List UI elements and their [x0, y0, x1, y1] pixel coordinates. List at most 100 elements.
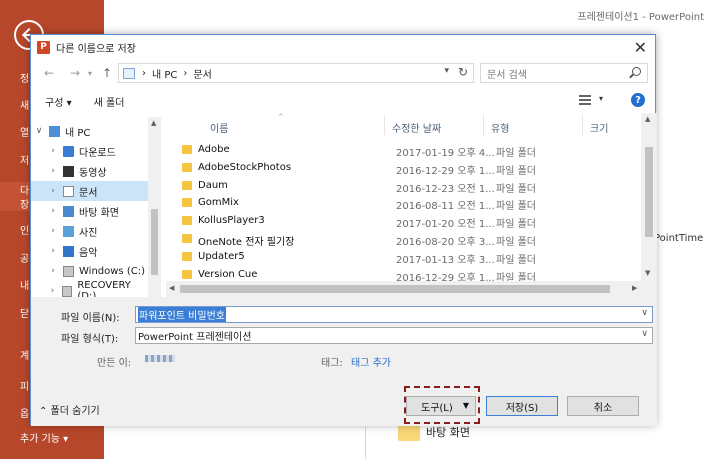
- more-tools-menu[interactable]: 추가 기능 ▾: [20, 430, 68, 445]
- author-value[interactable]: [145, 355, 175, 362]
- dialog-titlebar: P 다른 이름으로 저장 ✕: [31, 35, 655, 59]
- file-name: KollusPlayer3: [198, 215, 265, 227]
- hide-folders-button[interactable]: ⌃ 폴더 숨기기: [39, 402, 100, 417]
- chevron-icon[interactable]: ›: [45, 186, 61, 196]
- powerpoint-icon: P: [37, 40, 50, 54]
- backstage-menu-item[interactable]: 옵: [20, 405, 29, 420]
- tree-item[interactable]: › 음악: [31, 241, 148, 261]
- view-dropdown-icon[interactable]: ▾: [599, 94, 603, 103]
- background-folder-label[interactable]: 바탕 화면: [426, 424, 470, 440]
- tree-item[interactable]: › Windows (C:): [31, 261, 148, 281]
- sort-indicator-icon: ^: [278, 113, 284, 121]
- file-row[interactable]: Updater5 2017-01-13 오후 3... 파일 폴더: [166, 248, 641, 266]
- tree-item-label: 다운로드: [79, 147, 116, 159]
- folder-icon: [182, 198, 192, 208]
- backstage-menu-item[interactable]: 열: [20, 124, 29, 139]
- backstage-menu-item[interactable]: 인: [20, 222, 29, 237]
- filetype-select[interactable]: PowerPoint 프레젠테이션 ∨: [135, 327, 653, 344]
- column-header[interactable]: 크기: [590, 120, 608, 135]
- cancel-button[interactable]: 취소: [567, 396, 639, 416]
- filetype-label: 파일 형식(T):: [61, 334, 119, 345]
- file-list-horizontal-scrollbar[interactable]: ◀ ▶: [166, 281, 657, 297]
- scroll-right-arrow-icon[interactable]: ▶: [632, 284, 637, 292]
- chevron-down-icon[interactable]: ∨: [641, 329, 648, 339]
- file-name: Updater5: [198, 250, 245, 262]
- file-list-vertical-scrollbar[interactable]: ▲ ▼: [641, 113, 657, 281]
- column-header[interactable]: 이름: [210, 120, 228, 135]
- folder-icon: [182, 180, 192, 190]
- scroll-left-arrow-icon[interactable]: ◀: [169, 284, 174, 292]
- column-header[interactable]: 수정한 날짜: [392, 120, 441, 135]
- filename-input[interactable]: 파워포인트 비밀번호 ∨: [135, 306, 653, 323]
- save-button[interactable]: 저장(S): [486, 396, 558, 416]
- chevron-icon[interactable]: ›: [45, 286, 60, 296]
- organize-button[interactable]: 구성 ▾: [45, 94, 72, 109]
- close-icon[interactable]: ✕: [634, 38, 647, 57]
- search-placeholder: 문서 검색: [487, 69, 527, 81]
- chevron-icon[interactable]: ∨: [31, 126, 47, 136]
- tree-item[interactable]: › 사진: [31, 221, 148, 241]
- backstage-menu-item[interactable]: 닫: [20, 305, 29, 320]
- breadcrumb-documents[interactable]: 문서: [193, 66, 211, 81]
- backstage-menu-item[interactable]: 정: [20, 70, 29, 85]
- view-options-icon[interactable]: [579, 95, 591, 105]
- file-row[interactable]: Daum 2016-12-23 오전 1... 파일 폴더: [166, 177, 641, 195]
- chevron-icon[interactable]: ›: [45, 266, 61, 276]
- help-icon[interactable]: ?: [631, 93, 645, 107]
- scroll-up-arrow-icon[interactable]: ▲: [151, 119, 156, 127]
- file-date: 2016-12-23 오전 1...: [396, 183, 495, 195]
- tree-item[interactable]: ∨ 내 PC: [31, 121, 148, 141]
- chevron-icon[interactable]: ›: [45, 166, 61, 176]
- chevron-icon[interactable]: ›: [45, 146, 61, 156]
- backstage-menu-item[interactable]: 내: [20, 277, 29, 292]
- up-button[interactable]: ↑: [97, 66, 117, 80]
- tree-scrollbar[interactable]: ▲: [148, 117, 161, 297]
- breadcrumb-this-pc[interactable]: 내 PC: [152, 66, 177, 81]
- refresh-icon[interactable]: ↻: [458, 65, 468, 79]
- address-bar[interactable]: › 내 PC › 문서 ▾ ↻: [118, 63, 474, 83]
- scroll-down-arrow-icon[interactable]: ▼: [645, 269, 650, 277]
- folder-icon: [182, 251, 192, 261]
- file-row[interactable]: KollusPlayer3 2017-01-20 오전 1... 파일 폴더: [166, 212, 641, 230]
- file-row[interactable]: AdobeStockPhotos 2016-12-29 오후 1... 파일 폴더: [166, 159, 641, 177]
- file-row[interactable]: GomMix 2016-08-11 오전 1... 파일 폴더: [166, 194, 641, 212]
- backstage-menu-item[interactable]: 새: [20, 97, 29, 112]
- desk-icon: [63, 205, 74, 217]
- column-separator[interactable]: [384, 115, 385, 135]
- tree-item[interactable]: › 다운로드: [31, 141, 148, 161]
- backstage-menu-item[interactable]: 공: [20, 250, 29, 265]
- tree-item[interactable]: › 문서: [31, 181, 148, 201]
- chevron-icon[interactable]: ›: [45, 246, 61, 256]
- address-dropdown-icon[interactable]: ▾: [444, 66, 449, 76]
- drv-icon: [61, 285, 73, 297]
- chevron-down-icon[interactable]: ∨: [641, 308, 648, 318]
- column-separator[interactable]: [582, 115, 583, 135]
- backstage-menu-item[interactable]: 계: [20, 347, 29, 362]
- recent-locations-dropdown[interactable]: ▾: [85, 69, 95, 78]
- folder-icon: [182, 145, 192, 154]
- file-row[interactable]: OneNote 전자 필기장 2016-08-20 오후 3... 파일 폴더: [166, 230, 641, 248]
- add-tag-link[interactable]: 태그 추가: [351, 354, 391, 369]
- column-separator[interactable]: [483, 115, 484, 135]
- scroll-up-arrow-icon[interactable]: ▲: [645, 115, 650, 123]
- backstage-menu-item[interactable]: 저: [20, 152, 29, 167]
- tree-scroll-thumb[interactable]: [151, 209, 158, 275]
- filename-value[interactable]: 파워포인트 비밀번호: [138, 307, 226, 322]
- horizontal-scroll-thumb[interactable]: [180, 285, 610, 293]
- file-name: OneNote 전자 필기장: [198, 237, 295, 248]
- chevron-icon[interactable]: ›: [45, 226, 61, 236]
- new-folder-button[interactable]: 새 폴더: [94, 94, 125, 109]
- back-button[interactable]: ←: [39, 66, 59, 80]
- breadcrumb-separator[interactable]: ›: [183, 68, 187, 79]
- chevron-icon[interactable]: ›: [45, 206, 61, 216]
- vertical-scroll-thumb[interactable]: [645, 147, 653, 237]
- tree-item[interactable]: › 바탕 화면: [31, 201, 148, 221]
- tree-item[interactable]: › 동영상: [31, 161, 148, 181]
- pc-icon: [49, 125, 60, 137]
- backstage-menu-item[interactable]: 피: [20, 378, 29, 393]
- file-row[interactable]: Adobe 2017-01-19 오후 4... 파일 폴더: [166, 141, 641, 159]
- tree-item-label: 바탕 화면: [79, 207, 119, 219]
- column-header[interactable]: 유형: [491, 120, 509, 135]
- forward-button[interactable]: →: [65, 66, 85, 80]
- search-input[interactable]: 문서 검색: [480, 63, 648, 83]
